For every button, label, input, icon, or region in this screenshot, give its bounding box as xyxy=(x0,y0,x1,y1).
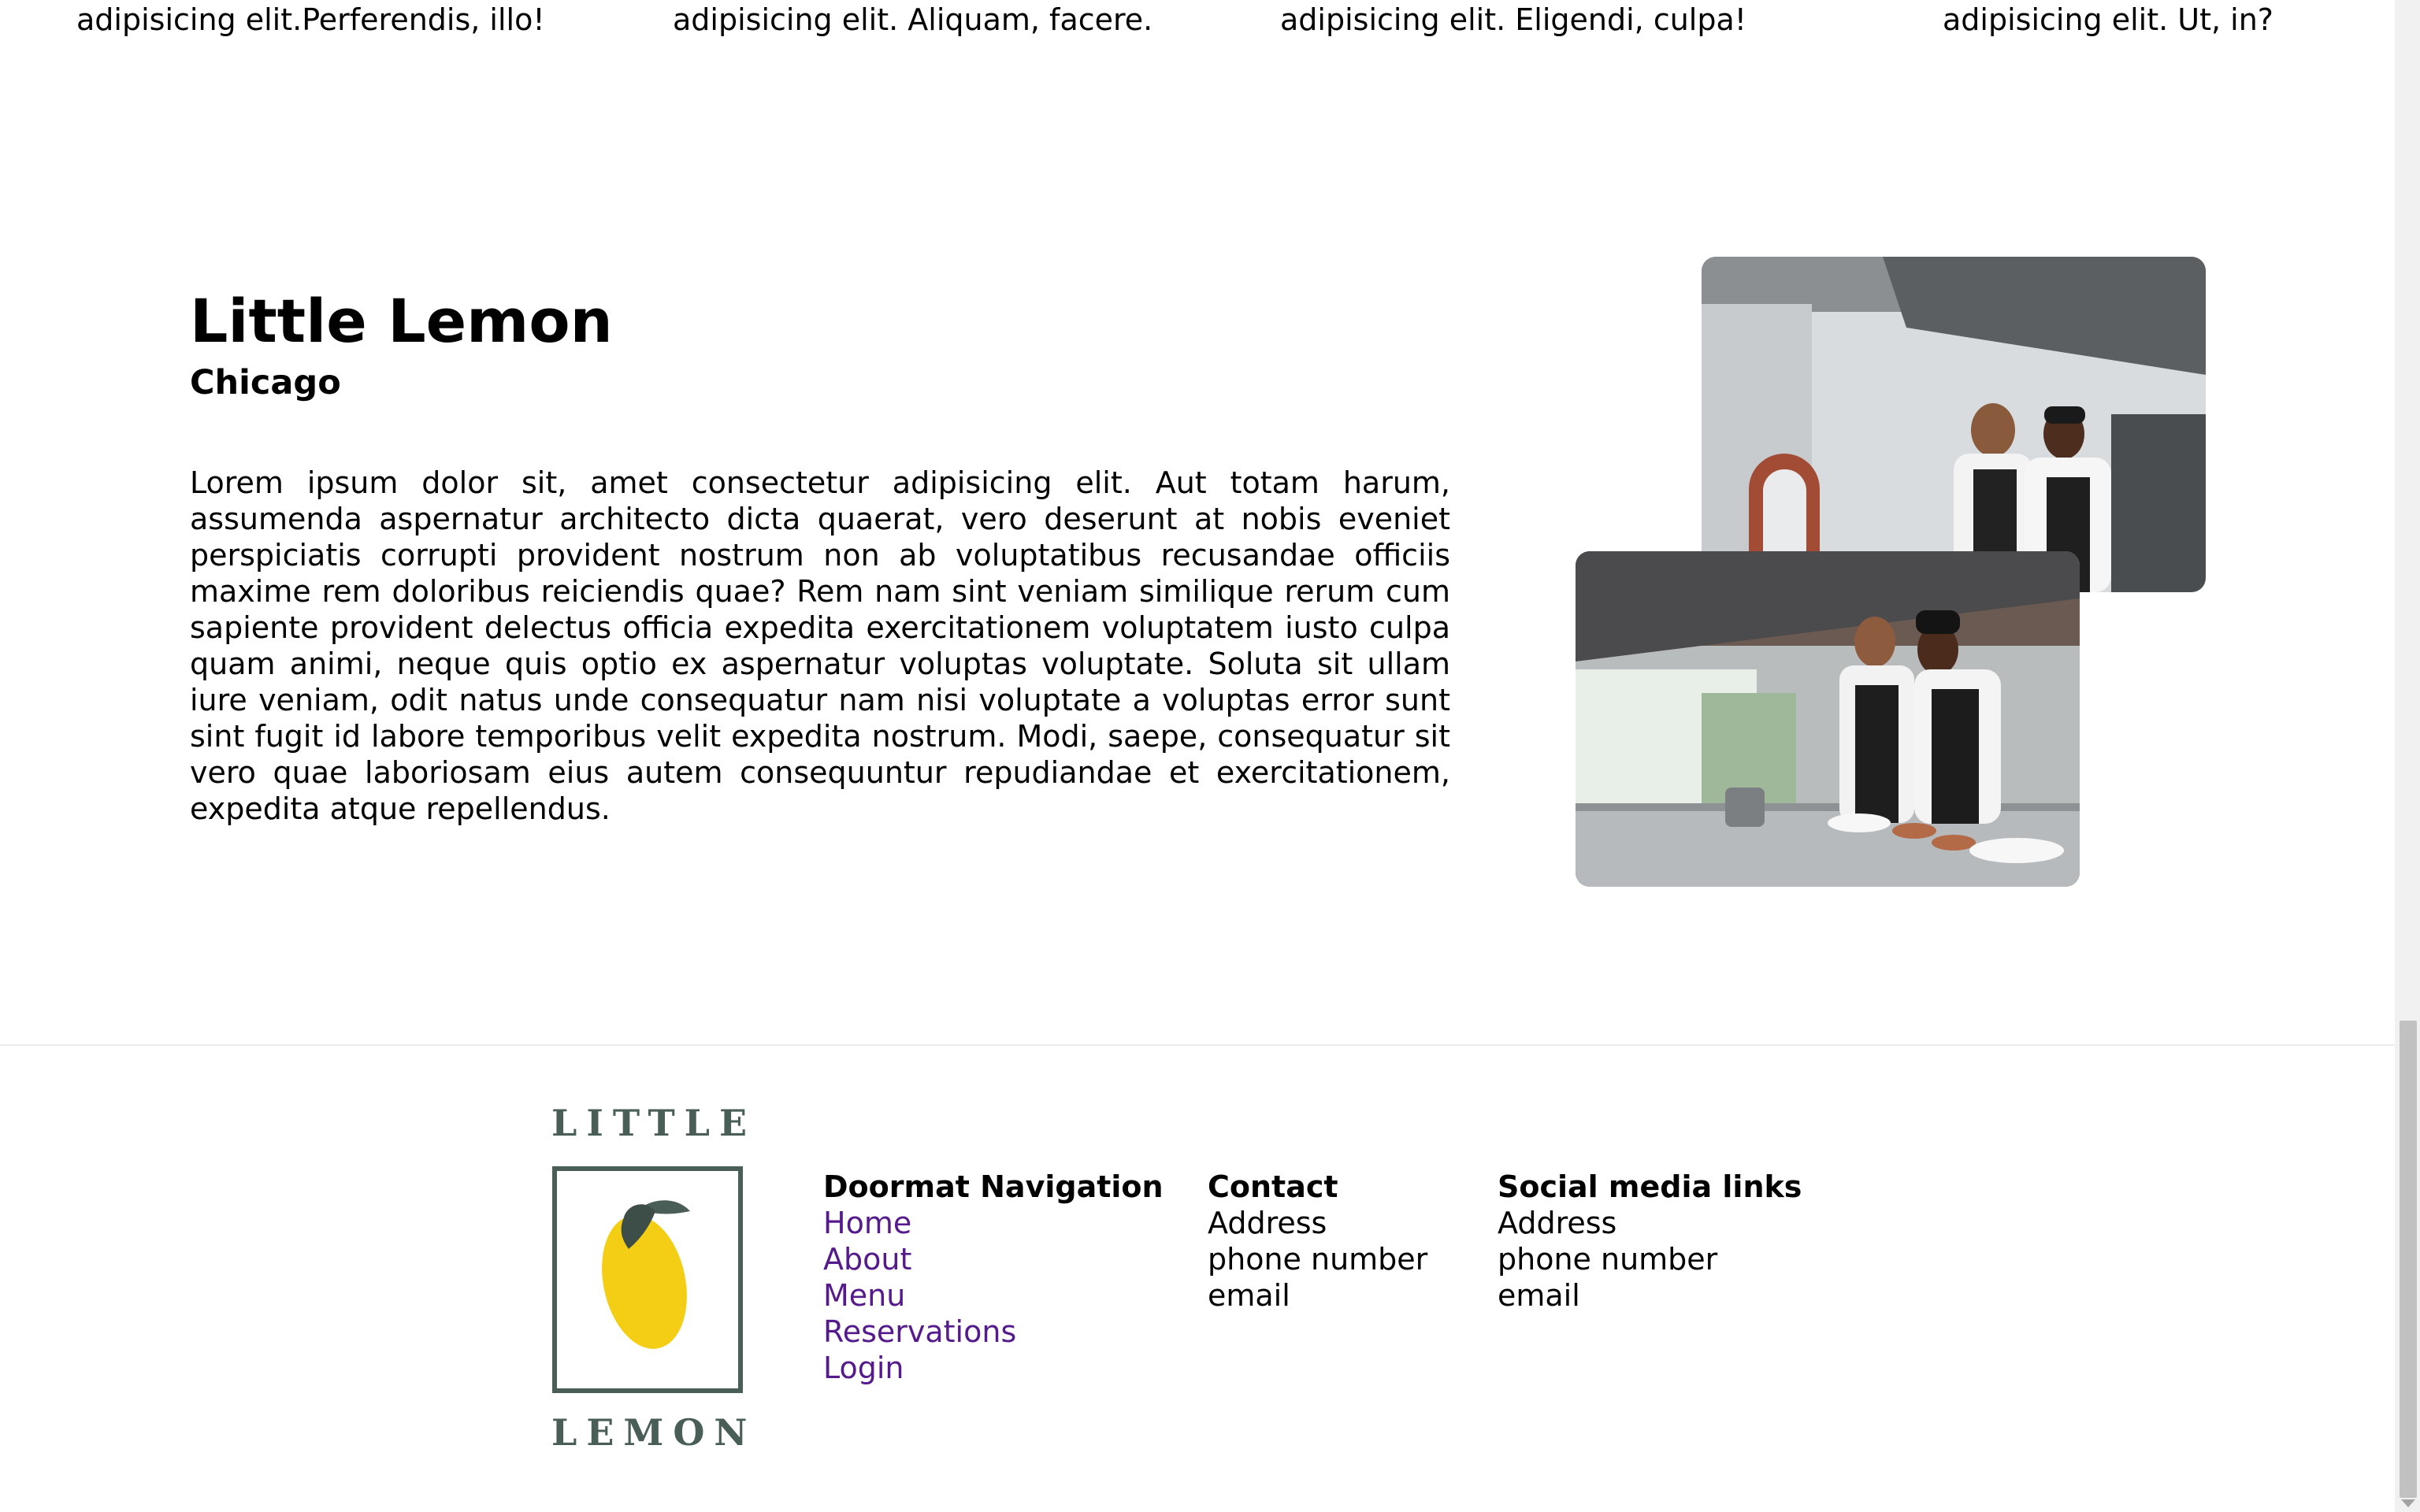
testimonial-snippet: adipisicing elit. Eligendi, culpa! xyxy=(1280,2,1747,37)
contact-address: Address xyxy=(1208,1206,1327,1240)
contact-email: email xyxy=(1208,1278,1290,1313)
about-description: Lorem ipsum dolor sit, amet consectetur … xyxy=(190,465,1450,826)
testimonial-snippet: adipisicing elit. Aliquam, facere. xyxy=(673,2,1153,37)
page-scrollbar[interactable] xyxy=(2395,0,2420,1512)
scroll-down-arrow-icon[interactable] xyxy=(2401,1499,2415,1507)
social-media-heading: Social media links xyxy=(1498,1169,1802,1204)
footer-link-menu[interactable]: Menu xyxy=(823,1277,1164,1314)
footer-divider xyxy=(0,1044,2395,1046)
scrollbar-thumb[interactable] xyxy=(2400,1021,2417,1498)
contact-heading: Contact xyxy=(1208,1169,1338,1204)
about-title: Little Lemon xyxy=(190,286,613,356)
logo-wordmark-top: LITTLE xyxy=(551,1102,757,1144)
social-media-column: Social media links Address phone number … xyxy=(1498,1169,1802,1314)
footer-link-home[interactable]: Home xyxy=(823,1205,1164,1241)
chefs-kitchen-image xyxy=(1702,257,2206,592)
social-address: Address xyxy=(1498,1206,1617,1240)
footer-link-about[interactable]: About xyxy=(823,1241,1164,1277)
contact-column: Contact Address phone number email xyxy=(1208,1169,1427,1314)
social-phone: phone number xyxy=(1498,1242,1718,1277)
about-city: Chicago xyxy=(190,363,341,402)
chefs-photo-front xyxy=(1576,551,2080,887)
logo-wordmark-bottom: LEMON xyxy=(551,1411,757,1454)
testimonials-strip: adipisicing elit.Perferendis, illo! adip… xyxy=(0,0,2395,47)
contact-phone: phone number xyxy=(1208,1242,1428,1277)
footer-link-reservations[interactable]: Reservations xyxy=(823,1314,1164,1350)
testimonial-snippet: adipisicing elit. Ut, in? xyxy=(1943,2,2273,37)
little-lemon-logo[interactable]: LITTLE LEMON xyxy=(551,1102,757,1454)
doormat-navigation-heading: Doormat Navigation xyxy=(823,1169,1164,1204)
testimonial-snippet: adipisicing elit.Perferendis, illo! xyxy=(76,2,545,37)
social-email: email xyxy=(1498,1278,1580,1313)
doormat-navigation: Doormat Navigation Home About Menu Reser… xyxy=(823,1169,1164,1386)
chefs-photo-back xyxy=(1702,257,2206,592)
chefs-cooking-image xyxy=(1576,551,2080,887)
lemon-icon xyxy=(552,1166,743,1393)
footer-link-login[interactable]: Login xyxy=(823,1350,1164,1386)
